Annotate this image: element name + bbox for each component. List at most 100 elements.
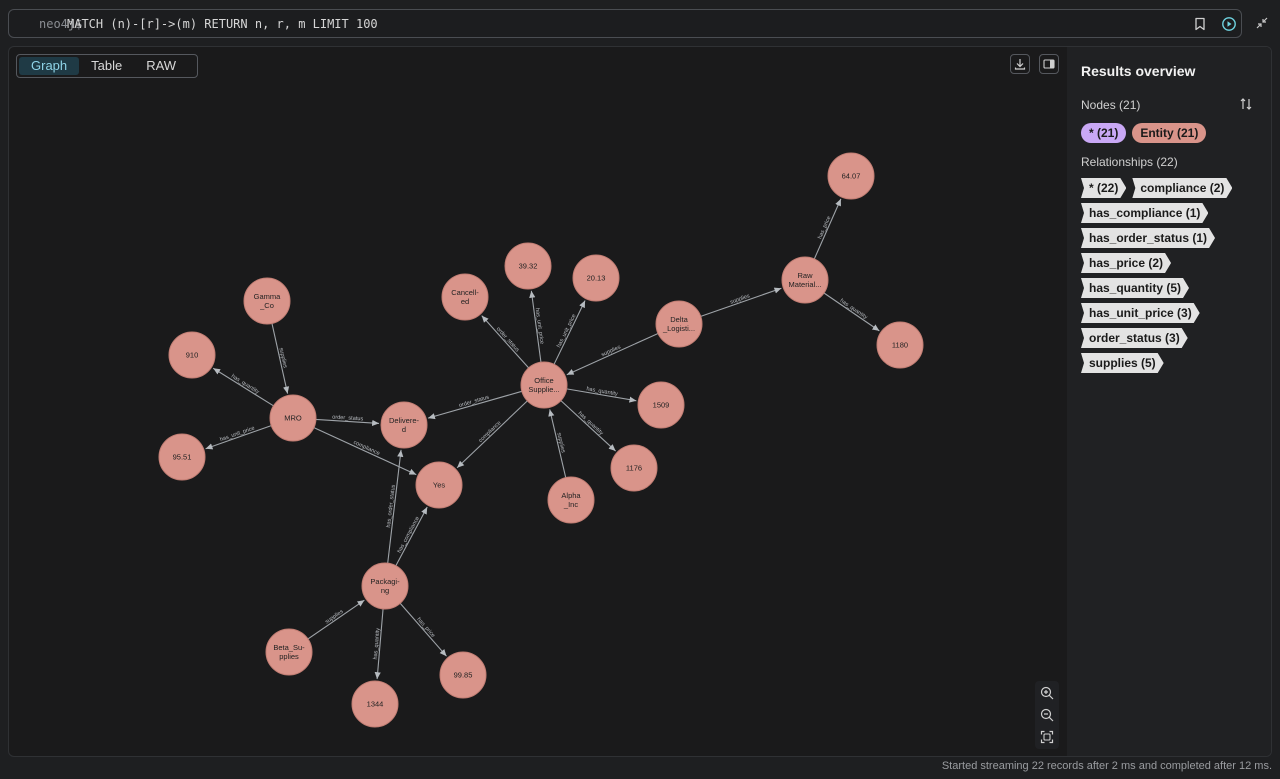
rel-chip-has-order-status[interactable]: has_order_status (1): [1081, 228, 1215, 248]
relationship-label: order_status: [495, 326, 520, 353]
node-caption: 99.85: [454, 671, 473, 680]
zoom-out-icon[interactable]: [1039, 707, 1055, 723]
collapse-icon[interactable]: [1254, 15, 1270, 31]
graph-node[interactable]: 1176: [610, 444, 658, 492]
node-caption: _Co: [259, 301, 274, 310]
rel-chip-has-compliance[interactable]: has_compliance (1): [1081, 203, 1208, 223]
tab-raw[interactable]: RAW: [134, 57, 188, 75]
node-caption: Delivere-: [389, 416, 420, 425]
node-caption: d: [402, 425, 406, 434]
graph-node[interactable]: 1509: [637, 381, 685, 429]
graph-node[interactable]: Gamma_Co: [243, 277, 291, 325]
graph-node[interactable]: 20.13: [572, 254, 620, 302]
graph-node[interactable]: Beta_Su-pplies: [265, 628, 313, 676]
graph-node[interactable]: Yes: [415, 461, 463, 509]
relationship-label: has_unit_price: [219, 425, 255, 443]
graph-node[interactable]: 39.32: [504, 242, 552, 290]
node-caption: Gamma: [254, 292, 282, 301]
graph-node[interactable]: MRO: [269, 394, 317, 442]
node-caption: 39.32: [519, 262, 538, 271]
graph-node[interactable]: Packagi-ng: [361, 562, 409, 610]
zoom-in-icon[interactable]: [1039, 685, 1055, 701]
node-caption: Raw: [797, 271, 813, 280]
graph-node[interactable]: 95.51: [158, 433, 206, 481]
tab-table[interactable]: Table: [79, 57, 134, 75]
relationship-label: compliance: [478, 420, 503, 444]
rel-chip-has-quantity[interactable]: has_quantity (5): [1081, 278, 1189, 298]
node-caption: ed: [461, 297, 469, 306]
node-caption: 20.13: [587, 274, 606, 283]
node-caption: Beta_Su-: [273, 643, 305, 652]
node-caption: _Logisti...: [662, 324, 695, 333]
relationships-count-label: Relationships (22): [1081, 155, 1178, 169]
node-caption: MRO: [284, 414, 302, 423]
tab-graph[interactable]: Graph: [19, 57, 80, 75]
zoom-controls: [1035, 681, 1059, 749]
graph-node[interactable]: 910: [168, 331, 216, 379]
node-caption: ng: [381, 586, 389, 595]
node-caption: Supplie...: [528, 385, 559, 394]
node-caption: 1180: [892, 341, 908, 350]
result-frame: has_price has_quantity supplies supplies has…: [8, 46, 1272, 757]
relationship-label: has_compliance: [397, 516, 421, 554]
relationship-label: has_quantity: [230, 374, 260, 396]
rel-chip-has-unit-price[interactable]: has_unit_price (3): [1081, 303, 1200, 323]
relationship-label: supplies: [729, 293, 751, 305]
query-editor[interactable]: neo4j$ MATCH (n)-[r]->(m) RETURN n, r, m…: [8, 9, 1242, 38]
graph-canvas[interactable]: has_price has_quantity supplies supplies has…: [9, 47, 1067, 757]
status-message: Started streaming 22 records after 2 ms …: [941, 760, 1272, 772]
node-chip-entity[interactable]: Entity (21): [1132, 123, 1207, 143]
relationship-label: compliance: [352, 440, 380, 457]
graph-node[interactable]: 1344: [351, 680, 399, 728]
node-caption: Alpha: [561, 491, 581, 500]
graph-node[interactable]: RawMaterial...: [781, 256, 829, 304]
node-caption: _Inc: [563, 500, 578, 509]
download-button[interactable]: [1010, 54, 1030, 74]
graph-node[interactable]: OfficeSupplie...: [520, 361, 568, 409]
relationship-label: supplies: [324, 609, 344, 626]
node-caption: Cancell-: [451, 288, 479, 297]
rel-chip-all[interactable]: * (22): [1081, 178, 1126, 198]
relationship-label: has_order_status: [386, 484, 397, 528]
graph-node[interactable]: 99.85: [439, 651, 487, 699]
graph-node[interactable]: Delta_Logisti...: [655, 300, 703, 348]
nodes-layer: 64.07 RawMaterial... 1180 Delta_Logisti... 3…: [158, 152, 924, 728]
download-icon: [1014, 59, 1026, 70]
node-caption: 1509: [653, 401, 670, 410]
graph-node[interactable]: Delivere-d: [380, 401, 428, 449]
query-text[interactable]: MATCH (n)-[r]->(m) RETURN n, r, m LIMIT …: [67, 17, 378, 31]
graph-node[interactable]: Alpha_Inc: [547, 476, 595, 524]
relationship-label: has_price: [415, 617, 436, 639]
relationship-label: has_unit_price: [556, 313, 577, 348]
node-chip-all[interactable]: * (21): [1081, 123, 1127, 143]
node-label-chips: * (21) Entity (21): [1081, 123, 1207, 143]
nodes-count-label: Nodes (21): [1081, 98, 1141, 112]
node-caption: 1176: [626, 464, 642, 473]
node-caption: 910: [186, 351, 199, 360]
node-caption: 95.51: [173, 453, 192, 462]
relationship-label: has_quantity: [839, 298, 869, 321]
play-circle-icon[interactable]: [1221, 16, 1237, 32]
relationship-label: has_unit_price: [534, 308, 545, 345]
node-caption: Office: [534, 376, 553, 385]
relationship-label: supplies: [555, 432, 566, 454]
fit-to-screen-icon[interactable]: [1039, 729, 1055, 745]
sidebar-toggle-icon: [1043, 59, 1055, 69]
rel-chip-order-status[interactable]: order_status (3): [1081, 328, 1188, 348]
results-overview-title: Results overview: [1081, 63, 1196, 79]
node-caption: 1344: [367, 700, 384, 709]
sort-swap-icon[interactable]: [1239, 97, 1253, 111]
graph-node[interactable]: 1180: [876, 321, 924, 369]
node-caption: Delta: [670, 315, 688, 324]
bookmark-icon[interactable]: [1192, 16, 1208, 32]
graph-node[interactable]: Cancell-ed: [441, 273, 489, 321]
rel-chip-compliance[interactable]: compliance (2): [1132, 178, 1232, 198]
rel-chip-has-price[interactable]: has_price (2): [1081, 253, 1171, 273]
node-caption: Yes: [433, 481, 445, 490]
graph-node[interactable]: 64.07: [827, 152, 875, 200]
relationship-label: has_quantity: [577, 411, 605, 437]
results-overview-panel: Results overview Nodes (21) * (21) Entit…: [1067, 47, 1271, 756]
rel-chip-supplies[interactable]: supplies (5): [1081, 353, 1164, 373]
sidebar-toggle-button[interactable]: [1039, 54, 1059, 74]
relationship-label: has_quantity: [586, 386, 618, 397]
